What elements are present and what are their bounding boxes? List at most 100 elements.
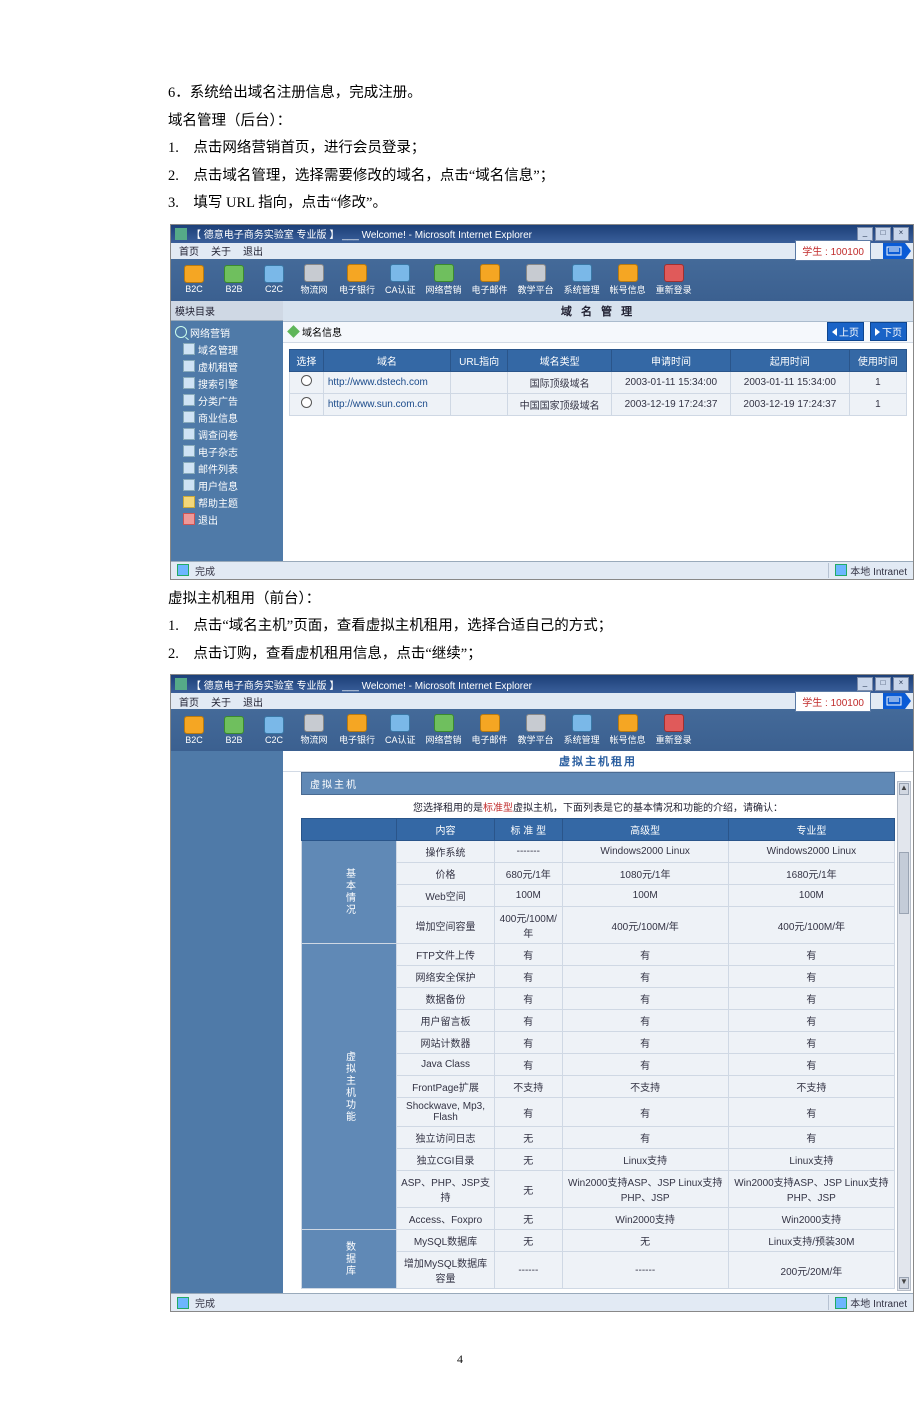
nav-relogin[interactable]: 重新登录 bbox=[656, 264, 692, 296]
domain-table: 选择 域名 URL指向 域名类型 申请时间 起用时间 使用时间 http://w… bbox=[289, 349, 907, 416]
cell-start: 2003-12-19 17:24:37 bbox=[730, 393, 849, 415]
nav-sysmgr[interactable]: 系统管理 bbox=[564, 714, 600, 746]
page-icon bbox=[183, 462, 195, 474]
page-icon bbox=[183, 428, 195, 440]
nav-account[interactable]: 帐号信息 bbox=[610, 264, 646, 296]
nav-b2b[interactable]: B2B bbox=[219, 716, 249, 745]
stage-title: 域 名 管 理 bbox=[283, 301, 913, 322]
page-number: 4 bbox=[0, 1352, 920, 1367]
nav-logistics[interactable]: 物流网 bbox=[299, 264, 329, 296]
nav-ca[interactable]: CA认证 bbox=[385, 264, 416, 296]
doc-line: 2. 点击域名管理，选择需要修改的域名，点击“域名信息”； bbox=[168, 163, 800, 191]
pager-prev-button[interactable]: 上页 bbox=[827, 322, 864, 341]
col-select: 选择 bbox=[290, 349, 324, 371]
col-start: 起用时间 bbox=[730, 349, 849, 371]
nav-sysmgr[interactable]: 系统管理 bbox=[564, 264, 600, 296]
ie-icon bbox=[175, 678, 187, 690]
cell-apply: 2003-12-19 17:24:37 bbox=[612, 393, 731, 415]
close-icon[interactable]: × bbox=[893, 227, 909, 241]
menu-home[interactable]: 首页 bbox=[179, 694, 199, 709]
maximize-icon[interactable]: □ bbox=[875, 677, 891, 691]
toolbar-label: 域名信息 bbox=[302, 324, 342, 339]
cell-type: 国际顶级域名 bbox=[508, 371, 612, 393]
screenshot-vhost: 【 德意电子商务实验室 专业版 】 ___ Welcome! - Microso… bbox=[170, 674, 914, 1312]
nav-c2c[interactable]: C2C bbox=[259, 265, 289, 294]
app-menubar[interactable]: 首页 关于 退出 学生 : 100100 bbox=[171, 243, 913, 259]
window-controls[interactable]: _ □ × bbox=[857, 227, 909, 241]
tree-item-mail[interactable]: 邮件列表 bbox=[175, 461, 279, 476]
cell-urlto bbox=[451, 393, 508, 415]
scroll-up-icon[interactable]: ▲ bbox=[899, 783, 909, 795]
scroll-down-icon[interactable]: ▼ bbox=[899, 1277, 909, 1289]
nav-teach[interactable]: 教学平台 bbox=[518, 264, 554, 296]
vertical-scrollbar[interactable]: ▲ ▼ bbox=[897, 781, 911, 1291]
nav-ebank[interactable]: 电子银行 bbox=[339, 714, 375, 746]
intranet-icon bbox=[835, 564, 847, 576]
tree-item-ezine[interactable]: 电子杂志 bbox=[175, 444, 279, 459]
nav-ca[interactable]: CA认证 bbox=[385, 714, 416, 746]
group-features: 虚拟主机功能 bbox=[302, 944, 397, 1230]
menu-home[interactable]: 首页 bbox=[179, 243, 199, 258]
tree-item-survey[interactable]: 调查问卷 bbox=[175, 427, 279, 442]
tree-item-domain[interactable]: 域名管理 bbox=[175, 342, 279, 357]
section-header: 虚拟主机 bbox=[301, 772, 895, 795]
tree-item-biz[interactable]: 商业信息 bbox=[175, 410, 279, 425]
doc-paragraphs-mid: 虚拟主机租用（前台）： 1. 点击“域名主机”页面，查看虚拟主机租用，选择合适自… bbox=[168, 586, 800, 669]
menu-about[interactable]: 关于 bbox=[211, 694, 231, 709]
doc-line: 虚拟主机租用（前台）： bbox=[168, 586, 800, 614]
close-icon[interactable]: × bbox=[893, 677, 909, 691]
row-radio[interactable] bbox=[301, 375, 312, 386]
maximize-icon[interactable]: □ bbox=[875, 227, 891, 241]
nav-account[interactable]: 帐号信息 bbox=[610, 714, 646, 746]
ie-icon bbox=[175, 228, 187, 240]
student-badge: 学生 : 100100 bbox=[795, 691, 871, 712]
nav-email[interactable]: 电子邮件 bbox=[472, 264, 508, 296]
table-row: 虚拟主机功能 FTP文件上传有有有 bbox=[302, 944, 895, 966]
app-menubar[interactable]: 首页 关于 退出 学生 : 100100 bbox=[171, 693, 913, 709]
col-use: 使用时间 bbox=[849, 349, 906, 371]
sidebar-header: 模块目录 bbox=[171, 301, 283, 321]
tree-root[interactable]: 网络营销 bbox=[175, 325, 279, 340]
table-row[interactable]: http://www.dstech.com 国际顶级域名 2003-01-11 … bbox=[290, 371, 907, 393]
page-icon bbox=[183, 411, 195, 423]
nav-b2c[interactable]: B2C bbox=[179, 716, 209, 745]
nav-relogin[interactable]: 重新登录 bbox=[656, 714, 692, 746]
col-url: URL指向 bbox=[451, 349, 508, 371]
student-arrow-icon bbox=[883, 693, 905, 709]
menu-exit[interactable]: 退出 bbox=[243, 243, 263, 258]
window-controls[interactable]: _ □ × bbox=[857, 677, 909, 691]
menu-about[interactable]: 关于 bbox=[211, 243, 231, 258]
screenshot-domain-mgmt: 【 德意电子商务实验室 专业版 】 ___ Welcome! - Microso… bbox=[170, 224, 914, 580]
tree-item-exit[interactable]: 退出 bbox=[175, 512, 279, 527]
minimize-icon[interactable]: _ bbox=[857, 677, 873, 691]
tree-item-user[interactable]: 用户信息 bbox=[175, 478, 279, 493]
tree-item-search[interactable]: 搜索引擎 bbox=[175, 376, 279, 391]
doc-line: 2. 点击订购，查看虚机租用信息，点击“继续”； bbox=[168, 641, 800, 669]
menu-exit[interactable]: 退出 bbox=[243, 694, 263, 709]
main-nav[interactable]: B2C B2B C2C 物流网 电子银行 CA认证 网络营销 电子邮件 教学平台… bbox=[171, 709, 913, 751]
nav-teach[interactable]: 教学平台 bbox=[518, 714, 554, 746]
nav-b2b[interactable]: B2B bbox=[219, 265, 249, 294]
nav-logistics[interactable]: 物流网 bbox=[299, 714, 329, 746]
sidebar-tree[interactable]: 网络营销 域名管理 虚机租管 搜索引擎 分类广告 商业信息 调查问卷 电子杂志 … bbox=[171, 321, 283, 535]
main-nav[interactable]: B2C B2B C2C 物流网 电子银行 CA认证 网络营销 电子邮件 教学平台… bbox=[171, 259, 913, 301]
ie-status-icon bbox=[177, 564, 189, 576]
nav-ebank[interactable]: 电子银行 bbox=[339, 264, 375, 296]
nav-b2c[interactable]: B2C bbox=[179, 265, 209, 294]
nav-c2c[interactable]: C2C bbox=[259, 716, 289, 745]
nav-netmkt[interactable]: 网络营销 bbox=[426, 714, 462, 746]
table-row[interactable]: http://www.sun.com.cn 中国国家顶级域名 2003-12-1… bbox=[290, 393, 907, 415]
tree-item-ads[interactable]: 分类广告 bbox=[175, 393, 279, 408]
scroll-thumb[interactable] bbox=[899, 852, 909, 914]
pager-next-button[interactable]: 下页 bbox=[870, 322, 907, 341]
nav-email[interactable]: 电子邮件 bbox=[472, 714, 508, 746]
window-title: 【 德意电子商务实验室 专业版 】 ___ Welcome! - Microso… bbox=[191, 677, 532, 692]
row-radio[interactable] bbox=[301, 397, 312, 408]
tree-item-vhost[interactable]: 虚机租管 bbox=[175, 359, 279, 374]
tree-item-help[interactable]: 帮助主题 bbox=[175, 495, 279, 510]
student-badge: 学生 : 100100 bbox=[795, 240, 871, 261]
minimize-icon[interactable]: _ bbox=[857, 227, 873, 241]
stage-title: 虚拟主机租用 bbox=[283, 751, 913, 772]
nav-netmkt[interactable]: 网络营销 bbox=[426, 264, 462, 296]
cell-apply: 2003-01-11 15:34:00 bbox=[612, 371, 731, 393]
